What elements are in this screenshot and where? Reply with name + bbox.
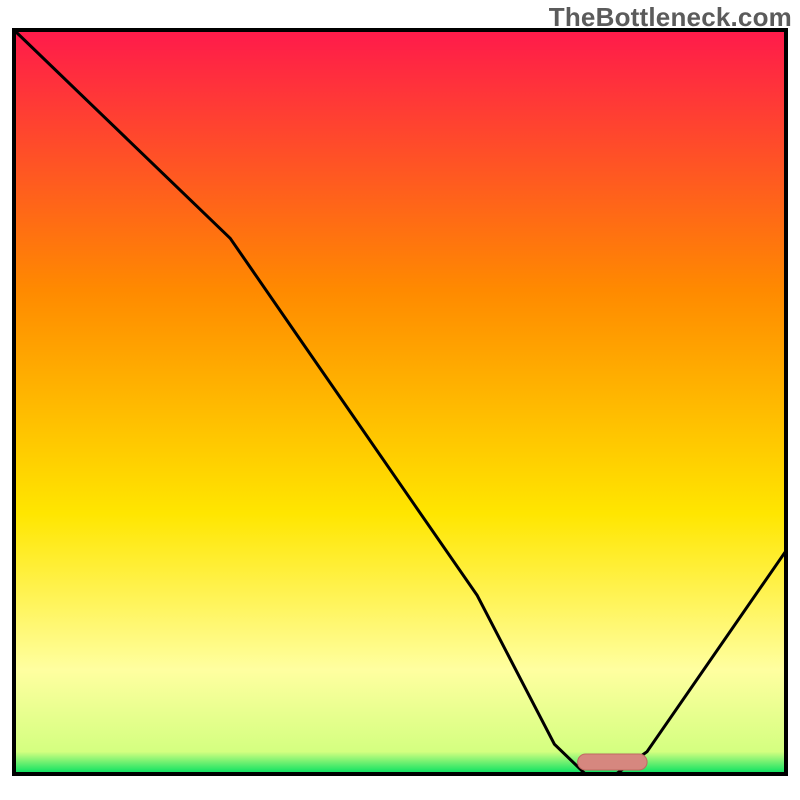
optimal-range-marker: [578, 754, 648, 770]
plot-area: [14, 30, 786, 774]
chart-container: { "watermark": "TheBottleneck.com", "col…: [0, 0, 800, 800]
bottleneck-chart: [0, 0, 800, 800]
